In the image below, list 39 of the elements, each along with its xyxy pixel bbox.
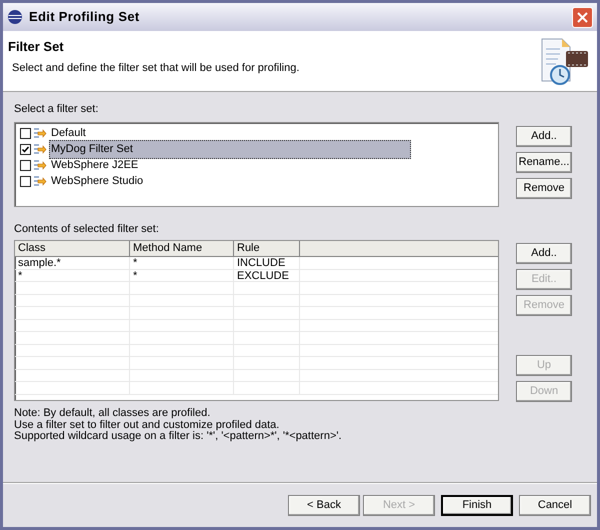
checkbox[interactable]: [20, 144, 31, 155]
checkbox[interactable]: [20, 128, 31, 139]
button[interactable]: < Back: [288, 494, 360, 516]
filter-set-label: Select a filter set:: [14, 102, 100, 117]
column-header[interactable]: Rule: [234, 241, 300, 256]
table-cell: *: [15, 270, 130, 281]
button[interactable]: Cancel: [519, 494, 591, 516]
table-cell: *: [130, 270, 234, 281]
note-text: Supported wildcard usage on a filter is: '*', '<pattern>*', '*<pattern>'.: [14, 431, 343, 442]
table-cell: *: [130, 257, 234, 268]
window-title: Edit Profiling Set: [29, 8, 140, 26]
button[interactable]: Remove: [516, 178, 572, 198]
filter-icon: [33, 126, 47, 140]
filter-set-item[interactable]: WebSphere Studio: [49, 172, 146, 191]
filter-set-item[interactable]: WebSphere J2EE: [49, 156, 140, 175]
close-icon: [577, 12, 588, 22]
checkbox[interactable]: [20, 176, 31, 187]
app-icon: [7, 9, 23, 25]
filter-set-item[interactable]: Default: [49, 124, 88, 143]
filter-icon: [33, 174, 47, 188]
button[interactable]: Add..: [516, 126, 572, 146]
column-header[interactable]: Method Name: [130, 241, 234, 256]
header-title: Filter Set: [8, 38, 65, 56]
contents-label: Contents of selected filter set:: [14, 222, 160, 236]
filter-set-item[interactable]: MyDog Filter Set: [49, 140, 411, 159]
checkbox[interactable]: [20, 160, 31, 171]
note-text: Note: By default, all classes are profiled.: [14, 408, 212, 420]
filter-icon: [33, 158, 47, 172]
column-header[interactable]: Class: [15, 241, 130, 256]
close-button[interactable]: [572, 6, 593, 28]
filter-icon: [33, 142, 47, 156]
button[interactable]: Add..: [516, 243, 572, 264]
table-cell: sample.*: [15, 257, 130, 268]
table-cell: INCLUDE: [234, 257, 300, 268]
note-text: Use a filter set to filter out and customize profiled data.: [14, 420, 280, 431]
button[interactable]: Rename...: [516, 152, 572, 172]
table-cell: EXCLUDE: [234, 270, 300, 281]
button[interactable]: Finish: [441, 494, 513, 516]
header-description: Select and define the filter set that will be used for profiling.: [12, 60, 300, 76]
